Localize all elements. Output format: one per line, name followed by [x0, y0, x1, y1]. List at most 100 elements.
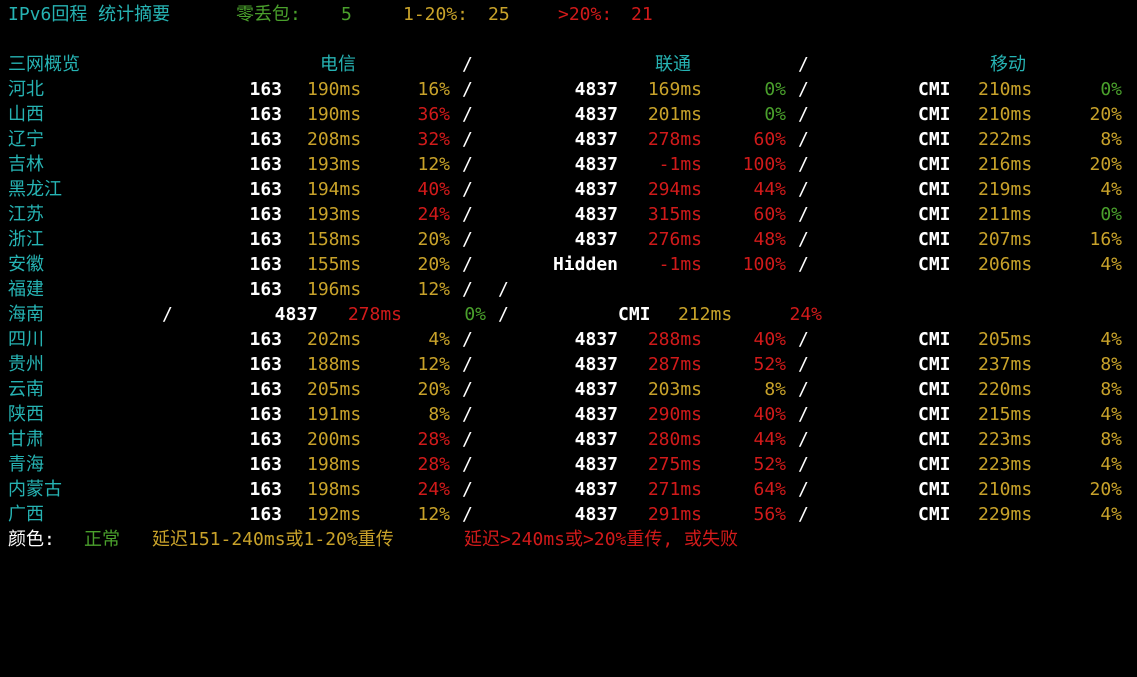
unicom-as: 4837	[574, 204, 618, 225]
telecom-loss: 32%	[417, 129, 450, 150]
row-separator: /	[462, 429, 473, 450]
unicom-latency: 315ms	[647, 204, 702, 225]
unicom-latency: 169ms	[647, 79, 702, 100]
unicom-latency: 276ms	[647, 229, 702, 250]
header-separator: /	[798, 54, 809, 75]
telecom-loss: 40%	[417, 179, 450, 200]
telecom-loss: 4%	[428, 329, 450, 350]
telecom-as: 163	[249, 79, 282, 100]
telecom-loss: 24%	[417, 204, 450, 225]
unicom-as: 4837	[574, 354, 618, 375]
mobile-loss: 4%	[1100, 254, 1122, 275]
unicom-loss: 56%	[753, 504, 786, 525]
telecom-loss: 16%	[417, 79, 450, 100]
province-name: 山西	[8, 104, 44, 125]
telecom-as: 163	[249, 504, 282, 525]
unicom-as: 4837	[574, 504, 618, 525]
unicom-as: 4837	[574, 379, 618, 400]
unicom-loss: 44%	[753, 179, 786, 200]
province-name: 四川	[8, 329, 44, 350]
unicom-loss: 52%	[753, 454, 786, 475]
mobile-as: CMI	[918, 254, 951, 275]
unicom-as: 4837	[574, 329, 618, 350]
table-row: 江苏 163 193ms 24% / 4837 315ms 60% / CMI 211ms 0%	[0, 202, 1137, 227]
mobile-as: CMI	[618, 304, 651, 325]
legend-bad: 延迟>240ms或>20%重传, 或失败	[464, 529, 739, 550]
unicom-as: 4837	[574, 479, 618, 500]
row-separator: /	[462, 254, 473, 275]
color-legend: 颜色: 正常 延迟151-240ms或1-20%重传 延迟>240ms或>20%…	[0, 527, 1137, 552]
row-separator: /	[798, 129, 809, 150]
province-name: 广西	[8, 504, 44, 525]
mobile-as: CMI	[918, 104, 951, 125]
row-separator: /	[798, 204, 809, 225]
telecom-loss: 20%	[417, 379, 450, 400]
mobile-loss: 4%	[1100, 329, 1122, 350]
table-row: 四川 163 202ms 4% / 4837 288ms 40% / CMI 205ms 4%	[0, 327, 1137, 352]
mobile-loss: 20%	[1089, 479, 1122, 500]
unicom-latency: 290ms	[647, 404, 702, 425]
telecom-latency: 191ms	[307, 404, 362, 425]
row-separator: /	[462, 454, 473, 475]
province-name: 江苏	[8, 204, 44, 225]
telecom-latency: 202ms	[307, 329, 362, 350]
telecom-as: 163	[249, 279, 282, 300]
telecom-loss: 24%	[417, 479, 450, 500]
table-row: 内蒙古 163 198ms 24% / 4837 271ms 64% / CMI 210ms 20%	[0, 477, 1137, 502]
unicom-as: 4837	[274, 304, 318, 325]
province-name: 贵州	[8, 354, 44, 375]
row-separator: /	[462, 204, 473, 225]
table-header: 三网概览 电信 / 联通 / 移动	[0, 52, 1137, 77]
telecom-latency: 192ms	[307, 504, 362, 525]
table-row: 安徽 163 155ms 20% / Hidden -1ms 100% / CMI 206ms 4%	[0, 252, 1137, 277]
telecom-latency: 200ms	[307, 429, 362, 450]
telecom-latency: 198ms	[307, 479, 362, 500]
telecom-loss: 28%	[417, 454, 450, 475]
mobile-latency: 223ms	[978, 454, 1033, 475]
row-separator: /	[462, 279, 473, 300]
row-separator: /	[798, 104, 809, 125]
unicom-latency: 278ms	[647, 129, 702, 150]
row-separator: /	[798, 504, 809, 525]
unicom-as: 4837	[574, 229, 618, 250]
unicom-loss: 40%	[753, 404, 786, 425]
unicom-latency: 287ms	[647, 354, 702, 375]
mid-loss-label: 1-20%:	[403, 4, 469, 25]
mobile-latency: 205ms	[978, 329, 1033, 350]
row-separator: /	[498, 279, 509, 300]
row-separator: /	[462, 404, 473, 425]
mobile-loss: 8%	[1100, 379, 1122, 400]
telecom-latency: 193ms	[307, 154, 362, 175]
telecom-as: 163	[249, 479, 282, 500]
unicom-as: 4837	[574, 404, 618, 425]
unicom-latency: 271ms	[647, 479, 702, 500]
unicom-latency: 294ms	[647, 179, 702, 200]
row-separator: /	[462, 229, 473, 250]
telecom-latency: 158ms	[307, 229, 362, 250]
telecom-as: 163	[249, 429, 282, 450]
row-separator: /	[798, 254, 809, 275]
table-row: 甘肃 163 200ms 28% / 4837 280ms 44% / CMI 223ms 8%	[0, 427, 1137, 452]
unicom-loss: 8%	[764, 379, 786, 400]
province-name: 陕西	[8, 404, 44, 425]
mobile-loss: 8%	[1100, 354, 1122, 375]
row-separator: /	[162, 304, 173, 325]
province-name: 海南	[8, 304, 44, 325]
unicom-as: Hidden	[552, 254, 618, 275]
row-separator: /	[798, 429, 809, 450]
row-separator: /	[462, 129, 473, 150]
unicom-loss: 100%	[742, 254, 786, 275]
legend-label: 颜色:	[8, 529, 55, 550]
unicom-loss: 60%	[753, 204, 786, 225]
mobile-latency: 210ms	[978, 79, 1033, 100]
telecom-as: 163	[249, 379, 282, 400]
unicom-latency: 203ms	[647, 379, 702, 400]
mobile-loss: 8%	[1100, 129, 1122, 150]
mobile-as: CMI	[918, 179, 951, 200]
row-separator: /	[798, 379, 809, 400]
mobile-latency: 220ms	[978, 379, 1033, 400]
unicom-as: 4837	[574, 79, 618, 100]
unicom-loss: 64%	[753, 479, 786, 500]
table-row: 云南 163 205ms 20% / 4837 203ms 8% / CMI 220ms 8%	[0, 377, 1137, 402]
telecom-as: 163	[249, 229, 282, 250]
